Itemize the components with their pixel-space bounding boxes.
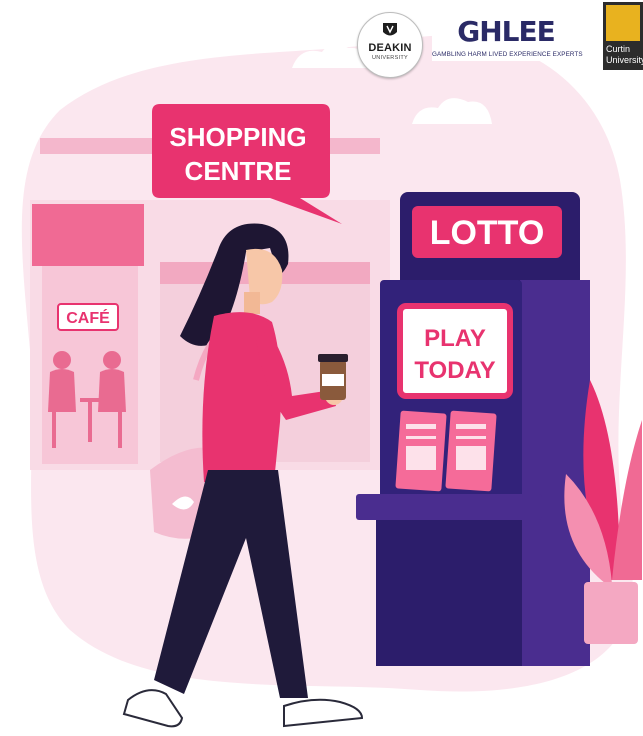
shopping-centre-line1: SHOPPING — [169, 122, 306, 152]
curtin-line1: Curtin — [606, 44, 631, 54]
kiosk-side-panel — [520, 280, 590, 666]
ghlee-tagline: GAMBLING HARM LIVED EXPERIENCE EXPERTS — [432, 51, 583, 58]
curtin-line2: University — [606, 55, 643, 65]
cafe-awning — [32, 204, 144, 266]
ghlee-wordmark: GHLEE — [457, 15, 556, 48]
deakin-sub: UNIVERSITY — [371, 55, 408, 61]
deakin-name: DEAKIN — [368, 42, 412, 54]
lotto-sign-label: LOTTO — [430, 214, 545, 252]
play-today-line2: TODAY — [414, 357, 495, 384]
curtin-university-logo: Curtin University — [603, 2, 643, 70]
deakin-shield-icon — [383, 23, 397, 36]
curtin-name: Curtin University — [606, 44, 643, 66]
shopping-centre-line2: CENTRE — [185, 156, 292, 186]
cafe-sign-label: CAFÉ — [66, 308, 110, 327]
kiosk-base — [376, 520, 522, 666]
curtin-crest-icon — [606, 5, 640, 41]
play-today-line1: PLAY — [424, 325, 486, 352]
lotto-illustration: CAFÉ SHOPPING CENTRE LOTTO PLAY TODAY — [21, 35, 642, 728]
kiosk-shelf — [356, 494, 542, 520]
ghlee-logo: GHLEE GAMBLING HARM LIVED EXPERIENCE EXP… — [432, 14, 583, 61]
deakin-university-logo: DEAKIN UNIVERSITY — [357, 12, 423, 78]
